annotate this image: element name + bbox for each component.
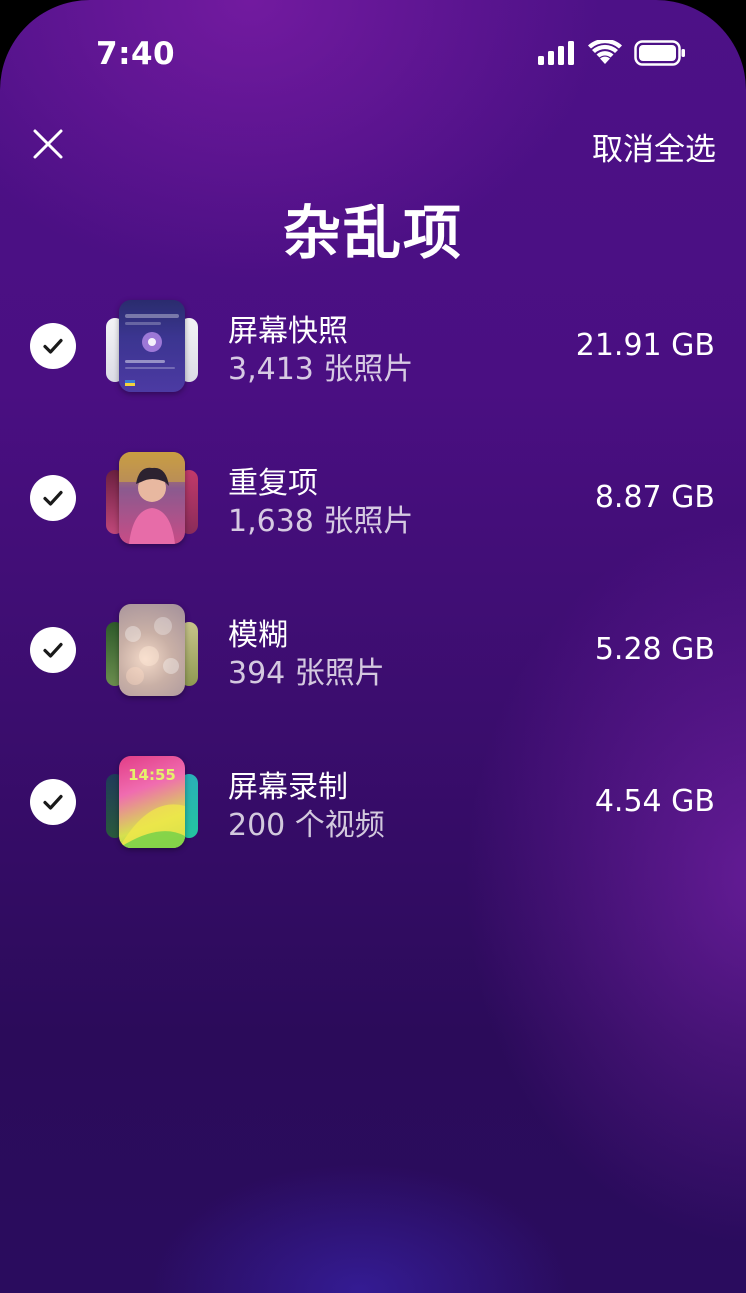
thumbnail-time-text: 14:55 [128, 766, 176, 784]
cellular-signal-icon [538, 41, 574, 65]
item-size: 8.87 GB [594, 480, 715, 515]
item-count: 3,413 张照片 [228, 352, 414, 387]
deselect-all-button[interactable]: 取消全选 [592, 124, 716, 169]
status-icons [538, 40, 686, 66]
lockscreen-recording-thumbnail: 14:55 [119, 756, 185, 848]
wifi-icon [588, 40, 622, 64]
portrait-photo-thumbnail [119, 452, 185, 544]
status-time: 7:40 [96, 36, 176, 72]
checkmark-icon [43, 642, 63, 658]
list-item-duplicates[interactable]: 重复项 1,638 张照片 8.87 GB [0, 448, 746, 600]
recordings-thumbnail-stack: 14:55 [106, 756, 198, 848]
checkbox-checked[interactable] [30, 779, 76, 825]
checkmark-icon [43, 338, 63, 354]
battery-icon [634, 40, 685, 66]
list-item-screen-recordings[interactable]: 14:55 屏幕录制 200 个视频 4.54 GB [0, 752, 746, 904]
list-item-blurry[interactable]: 模糊 394 张照片 5.28 GB [0, 600, 746, 752]
checkbox-checked[interactable] [30, 475, 76, 521]
item-count: 200 个视频 [228, 808, 385, 843]
screenshot-thumbnail [119, 300, 185, 392]
blurry-photo-thumbnail [119, 604, 185, 696]
item-size: 4.54 GB [594, 784, 715, 819]
page-title: 杂乱项 [282, 199, 463, 267]
checkbox-checked[interactable] [30, 323, 76, 369]
checkmark-icon [43, 490, 63, 506]
checkmark-icon [43, 794, 63, 810]
item-count: 1,638 张照片 [228, 504, 414, 539]
close-button[interactable] [28, 124, 68, 164]
clutter-list: 屏幕快照 3,413 张照片 21.91 GB 重复项 1,638 张照片 8.… [0, 296, 746, 904]
blurry-thumbnail-stack [106, 604, 198, 696]
close-icon [33, 129, 63, 159]
item-count: 394 张照片 [228, 656, 385, 691]
screenshots-thumbnail-stack [106, 300, 198, 392]
checkbox-checked[interactable] [30, 627, 76, 673]
app-screen: 7:40 取消全选 杂乱项 屏幕快照 3,413 张照片 21.91 GB 重复… [0, 0, 746, 1293]
duplicates-thumbnail-stack [106, 452, 198, 544]
item-size: 21.91 GB [575, 328, 715, 363]
list-item-screenshots[interactable]: 屏幕快照 3,413 张照片 21.91 GB [0, 296, 746, 448]
item-size: 5.28 GB [594, 632, 715, 667]
